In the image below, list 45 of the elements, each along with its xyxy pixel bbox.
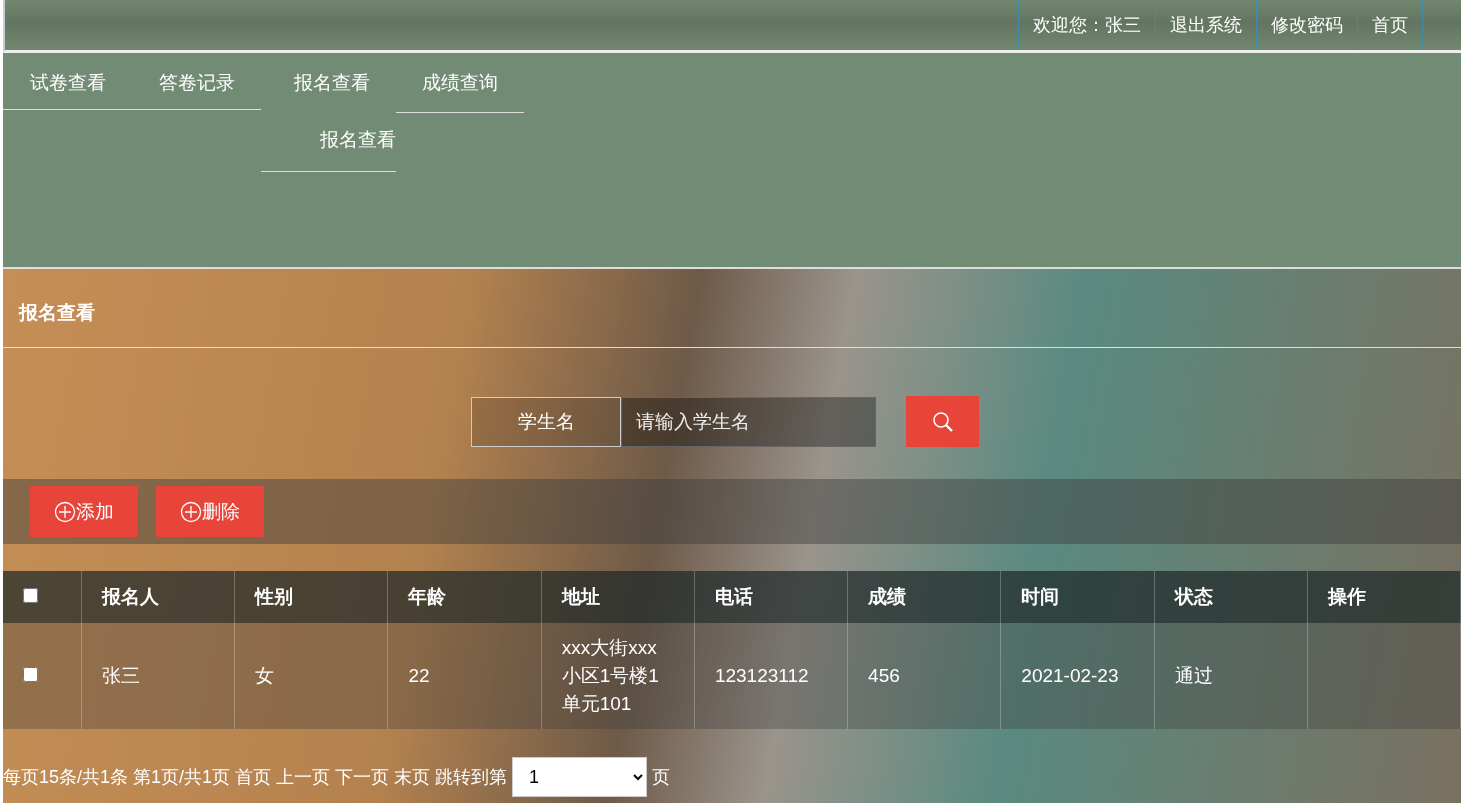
- toolbar-button[interactable]: 删除: [156, 486, 264, 537]
- search-field[interactable]: 请输入学生名: [621, 396, 876, 447]
- column-header: 成绩: [847, 571, 1001, 623]
- column-header: 年龄: [387, 571, 542, 623]
- column-header: 性别: [234, 571, 388, 623]
- header-link[interactable]: 修改密码: [1256, 0, 1357, 50]
- search-button[interactable]: [906, 396, 979, 447]
- row-checkbox[interactable]: [23, 667, 38, 682]
- page-suffix: 页: [652, 766, 671, 789]
- jump-label: 跳转到第: [435, 766, 508, 789]
- nav-menu-item[interactable]: 试卷查看: [3, 53, 132, 110]
- plus-circle-icon: [54, 500, 76, 523]
- table-cell: 张三: [102, 665, 140, 686]
- table-cell: xxx大街xxx小区1号楼1单元101: [561, 637, 659, 714]
- header-link[interactable]: 欢迎您：张三: [1018, 0, 1155, 50]
- pagination-link[interactable]: 首页: [235, 765, 272, 789]
- pagination-info: 每页15条/共1条 第1页/共1页: [3, 766, 231, 789]
- table-cell: 通过: [1174, 665, 1213, 686]
- page-select[interactable]: 1: [512, 757, 648, 797]
- nav-menu-item[interactable]: 答卷记录: [132, 53, 261, 110]
- column-header: 时间: [1000, 571, 1155, 623]
- column-header: 电话: [694, 571, 848, 623]
- toolbar-button[interactable]: 添加: [30, 486, 138, 537]
- header-link[interactable]: 首页: [1357, 0, 1423, 50]
- nav-menu-item[interactable]: 报名查看: [261, 53, 396, 109]
- table-cell: 123123112: [714, 665, 809, 686]
- table-cell: 女: [255, 665, 275, 686]
- pagination-link[interactable]: 末页: [394, 765, 431, 789]
- column-header: 操作: [1307, 571, 1461, 623]
- table-cell: 22: [408, 665, 430, 686]
- table-cell: 2021-02-23: [1021, 665, 1119, 686]
- column-header: 报名人: [81, 571, 235, 623]
- nav-menu-item[interactable]: 成绩查询: [396, 53, 524, 113]
- select-all-checkbox[interactable]: [23, 588, 38, 603]
- search-icon: [931, 410, 954, 433]
- page-title: 报名查看: [3, 269, 1461, 348]
- search-label: 学生名: [471, 396, 621, 447]
- pagination-link[interactable]: 上一页: [276, 765, 331, 789]
- submenu-item[interactable]: 报名查看: [261, 109, 396, 172]
- table-cell: 456: [868, 665, 900, 686]
- column-header: 状态: [1154, 571, 1308, 623]
- pagination-link[interactable]: 下一页: [335, 765, 390, 789]
- plus-circle-icon: [180, 500, 202, 523]
- column-header: 地址: [541, 571, 695, 623]
- header-link[interactable]: 退出系统: [1155, 0, 1256, 50]
